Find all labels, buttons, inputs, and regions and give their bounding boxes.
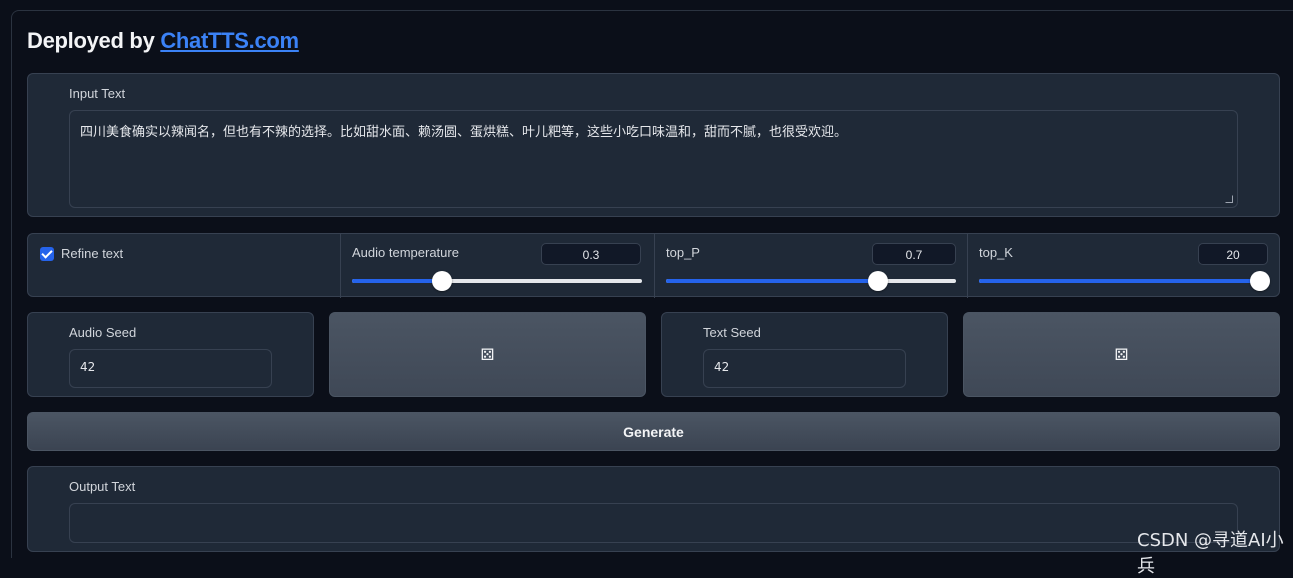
- audio-seed-label: Audio Seed: [69, 325, 137, 340]
- top-p-input[interactable]: 0.7: [872, 243, 956, 265]
- slider-thumb[interactable]: [1250, 271, 1270, 291]
- slider-fill: [352, 279, 442, 283]
- text-seed-panel: Text Seed 42: [661, 312, 948, 397]
- input-text-area[interactable]: 四川美食确实以辣闻名，但也有不辣的选择。比如甜水面、赖汤圆、蛋烘糕、叶儿粑等，这…: [69, 110, 1238, 208]
- slider-thumb[interactable]: [431, 271, 452, 291]
- generate-button[interactable]: Generate: [27, 412, 1280, 451]
- top-k-slider[interactable]: [979, 271, 1270, 291]
- output-text-label: Output Text: [69, 479, 136, 494]
- audio-temperature-slider[interactable]: [352, 271, 642, 291]
- output-text-area[interactable]: [69, 503, 1238, 543]
- input-text-label: Input Text: [69, 86, 126, 101]
- text-seed-dice-button[interactable]: ⚄: [963, 312, 1280, 397]
- text-seed-input[interactable]: 42: [703, 349, 906, 388]
- dice-icon: ⚄: [480, 345, 495, 364]
- input-text-panel: Input Text 四川美食确实以辣闻名，但也有不辣的选择。比如甜水面、赖汤圆…: [27, 73, 1280, 217]
- chattts-link[interactable]: ChatTTS.com: [160, 28, 299, 53]
- slider-fill: [979, 279, 1260, 283]
- refine-text-checkbox[interactable]: [40, 247, 54, 261]
- refine-text-label: Refine text: [61, 246, 124, 261]
- divider: [967, 234, 968, 298]
- audio-temperature-input[interactable]: 0.3: [541, 243, 641, 265]
- audio-seed-dice-button[interactable]: ⚄: [329, 312, 646, 397]
- output-text-panel: Output Text: [27, 466, 1280, 552]
- title-prefix: Deployed by: [27, 28, 161, 53]
- slider-fill: [666, 279, 878, 283]
- watermark: CSDN @寻道AI小兵: [1137, 530, 1284, 577]
- top-k-input[interactable]: 20: [1198, 243, 1268, 265]
- slider-thumb[interactable]: [867, 271, 888, 291]
- audio-seed-input[interactable]: 42: [69, 349, 272, 388]
- divider: [340, 234, 341, 298]
- page-title: Deployed by ChatTTS.com: [27, 28, 299, 54]
- controls-panel: Refine text Audio temperature 0.3 top_P …: [27, 233, 1280, 298]
- dice-icon: ⚄: [1114, 345, 1129, 364]
- audio-seed-panel: Audio Seed 42: [27, 312, 314, 397]
- divider: [654, 234, 655, 298]
- text-seed-label: Text Seed: [703, 325, 761, 340]
- top-p-label: top_P: [666, 245, 700, 260]
- top-k-label: top_K: [979, 245, 1013, 260]
- top-p-slider[interactable]: [666, 271, 956, 291]
- audio-temperature-label: Audio temperature: [352, 245, 459, 260]
